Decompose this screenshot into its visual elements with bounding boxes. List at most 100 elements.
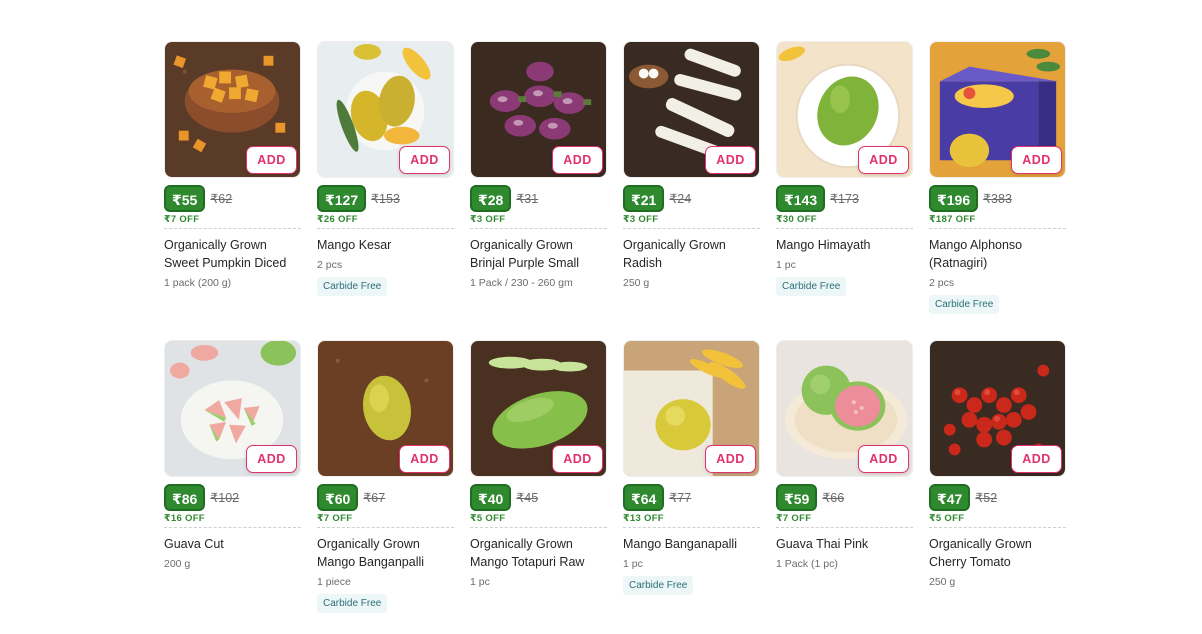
selling-price: ₹143 [776, 184, 826, 212]
selling-price: ₹59 [776, 483, 818, 511]
add-to-cart-button[interactable]: ADD [552, 146, 603, 174]
product-name[interactable]: Mango Banganapalli [623, 535, 760, 553]
original-price: ₹383 [983, 191, 1012, 206]
original-price: ₹66 [822, 490, 845, 505]
original-price: ₹52 [975, 490, 998, 505]
carbide-free-badge: Carbide Free [317, 594, 388, 613]
product-image[interactable]: ADD [623, 41, 760, 178]
selling-price: ₹64 [623, 483, 665, 511]
add-to-cart-button[interactable]: ADD [705, 445, 756, 473]
discount-label: ₹187 OFF [929, 214, 1066, 229]
price-row: ₹196 ₹383 [929, 184, 1066, 212]
product-quantity: 1 pc [470, 576, 490, 588]
selling-price: ₹21 [623, 184, 665, 212]
selling-price: ₹196 [929, 184, 979, 212]
add-to-cart-button[interactable]: ADD [705, 146, 756, 174]
discount-label: ₹13 OFF [623, 513, 760, 528]
add-to-cart-button[interactable]: ADD [246, 146, 297, 174]
product-quantity: 250 g [623, 277, 650, 289]
product-quantity: 1 pack (200 g) [164, 277, 232, 289]
product-name[interactable]: Organically Grown Brinjal Purple Small [470, 236, 607, 272]
product-card[interactable]: ADD ₹28 ₹31 ₹3 OFF Organically Grown Brinja… [470, 41, 607, 316]
add-to-cart-button[interactable]: ADD [552, 445, 603, 473]
price-row: ₹64 ₹77 [623, 483, 760, 511]
product-card[interactable]: ADD ₹21 ₹24 ₹3 OFF Organically Grown Radish… [623, 41, 760, 316]
product-name[interactable]: Organically Grown Mango Totapuri Raw [470, 535, 607, 571]
product-card[interactable]: ADD ₹55 ₹62 ₹7 OFF Organically Grown Sweet … [164, 41, 301, 316]
product-name[interactable]: Guava Cut [164, 535, 301, 553]
add-to-cart-button[interactable]: ADD [1011, 445, 1062, 473]
price-row: ₹47 ₹52 [929, 483, 1066, 511]
product-name[interactable]: Organically Grown Cherry Tomato [929, 535, 1066, 571]
price-row: ₹40 ₹45 [470, 483, 607, 511]
product-quantity: 1 pc [776, 259, 796, 271]
selling-price: ₹60 [317, 483, 359, 511]
add-to-cart-button[interactable]: ADD [1011, 146, 1062, 174]
product-quantity: 2 pcs [317, 259, 343, 271]
selling-price: ₹40 [470, 483, 512, 511]
product-name[interactable]: Mango Alphonso (Ratnagiri) [929, 236, 1066, 272]
add-to-cart-button[interactable]: ADD [858, 146, 909, 174]
product-card[interactable]: ADD ₹86 ₹102 ₹16 OFF Guava Cut 200 g [164, 340, 301, 615]
product-image[interactable]: ADD [929, 340, 1066, 477]
product-card[interactable]: ADD ₹47 ₹52 ₹5 OFF Organically Grown Cherry… [929, 340, 1066, 615]
product-name[interactable]: Guava Thai Pink [776, 535, 913, 553]
discount-label: ₹5 OFF [470, 513, 607, 528]
product-quantity: 1 Pack (1 pc) [776, 558, 838, 570]
product-card[interactable]: ADD ₹143 ₹173 ₹30 OFF Mango Himayath 1 pc Car… [776, 41, 913, 316]
product-card[interactable]: ADD ₹59 ₹66 ₹7 OFF Guava Thai Pink 1 Pack (1… [776, 340, 913, 615]
original-price: ₹45 [516, 490, 539, 505]
discount-label: ₹7 OFF [317, 513, 454, 528]
product-card[interactable]: ADD ₹196 ₹383 ₹187 OFF Mango Alphonso (Ratn… [929, 41, 1066, 316]
product-image[interactable]: ADD [470, 340, 607, 477]
carbide-free-badge: Carbide Free [317, 277, 388, 296]
selling-price: ₹127 [317, 184, 367, 212]
product-image[interactable]: ADD [776, 41, 913, 178]
original-price: ₹67 [363, 490, 386, 505]
product-quantity: 200 g [164, 558, 191, 570]
product-card[interactable]: ADD ₹40 ₹45 ₹5 OFF Organically Grown Mango … [470, 340, 607, 615]
original-price: ₹153 [371, 191, 400, 206]
carbide-free-badge: Carbide Free [929, 295, 1000, 314]
product-quantity: 250 g [929, 576, 956, 588]
price-row: ₹143 ₹173 [776, 184, 913, 212]
product-name[interactable]: Organically Grown Mango Banganpalli [317, 535, 454, 571]
product-card[interactable]: ADD ₹127 ₹153 ₹26 OFF Mango Kesar 2 pcs Carbi… [317, 41, 454, 316]
carbide-free-badge: Carbide Free [776, 277, 847, 296]
product-name[interactable]: Mango Kesar [317, 236, 454, 254]
product-quantity: 1 pc [623, 558, 643, 570]
product-name[interactable]: Organically Grown Sweet Pumpkin Diced [164, 236, 301, 272]
original-price: ₹31 [516, 191, 539, 206]
original-price: ₹62 [210, 191, 233, 206]
product-name[interactable]: Organically Grown Radish [623, 236, 760, 272]
product-name[interactable]: Mango Himayath [776, 236, 913, 254]
price-row: ₹127 ₹153 [317, 184, 454, 212]
add-to-cart-button[interactable]: ADD [858, 445, 909, 473]
discount-label: ₹5 OFF [929, 513, 1066, 528]
product-card[interactable]: ADD ₹64 ₹77 ₹13 OFF Mango Banganapalli 1 pc C… [623, 340, 760, 615]
price-row: ₹60 ₹67 [317, 483, 454, 511]
product-image[interactable]: ADD [776, 340, 913, 477]
product-image[interactable]: ADD [470, 41, 607, 178]
discount-label: ₹26 OFF [317, 214, 454, 229]
selling-price: ₹86 [164, 483, 206, 511]
price-row: ₹55 ₹62 [164, 184, 301, 212]
discount-label: ₹3 OFF [470, 214, 607, 229]
product-quantity: 2 pcs [929, 277, 955, 289]
product-image[interactable]: ADD [164, 340, 301, 477]
product-card[interactable]: ADD ₹60 ₹67 ₹7 OFF Organically Grown Mango … [317, 340, 454, 615]
product-image[interactable]: ADD [929, 41, 1066, 178]
discount-label: ₹7 OFF [776, 513, 913, 528]
selling-price: ₹28 [470, 184, 512, 212]
product-image[interactable]: ADD [317, 41, 454, 178]
product-image[interactable]: ADD [317, 340, 454, 477]
add-to-cart-button[interactable]: ADD [399, 445, 450, 473]
original-price: ₹77 [669, 490, 692, 505]
add-to-cart-button[interactable]: ADD [246, 445, 297, 473]
add-to-cart-button[interactable]: ADD [399, 146, 450, 174]
product-image[interactable]: ADD [623, 340, 760, 477]
price-row: ₹59 ₹66 [776, 483, 913, 511]
price-row: ₹21 ₹24 [623, 184, 760, 212]
original-price: ₹102 [210, 490, 240, 505]
product-image[interactable]: ADD [164, 41, 301, 178]
